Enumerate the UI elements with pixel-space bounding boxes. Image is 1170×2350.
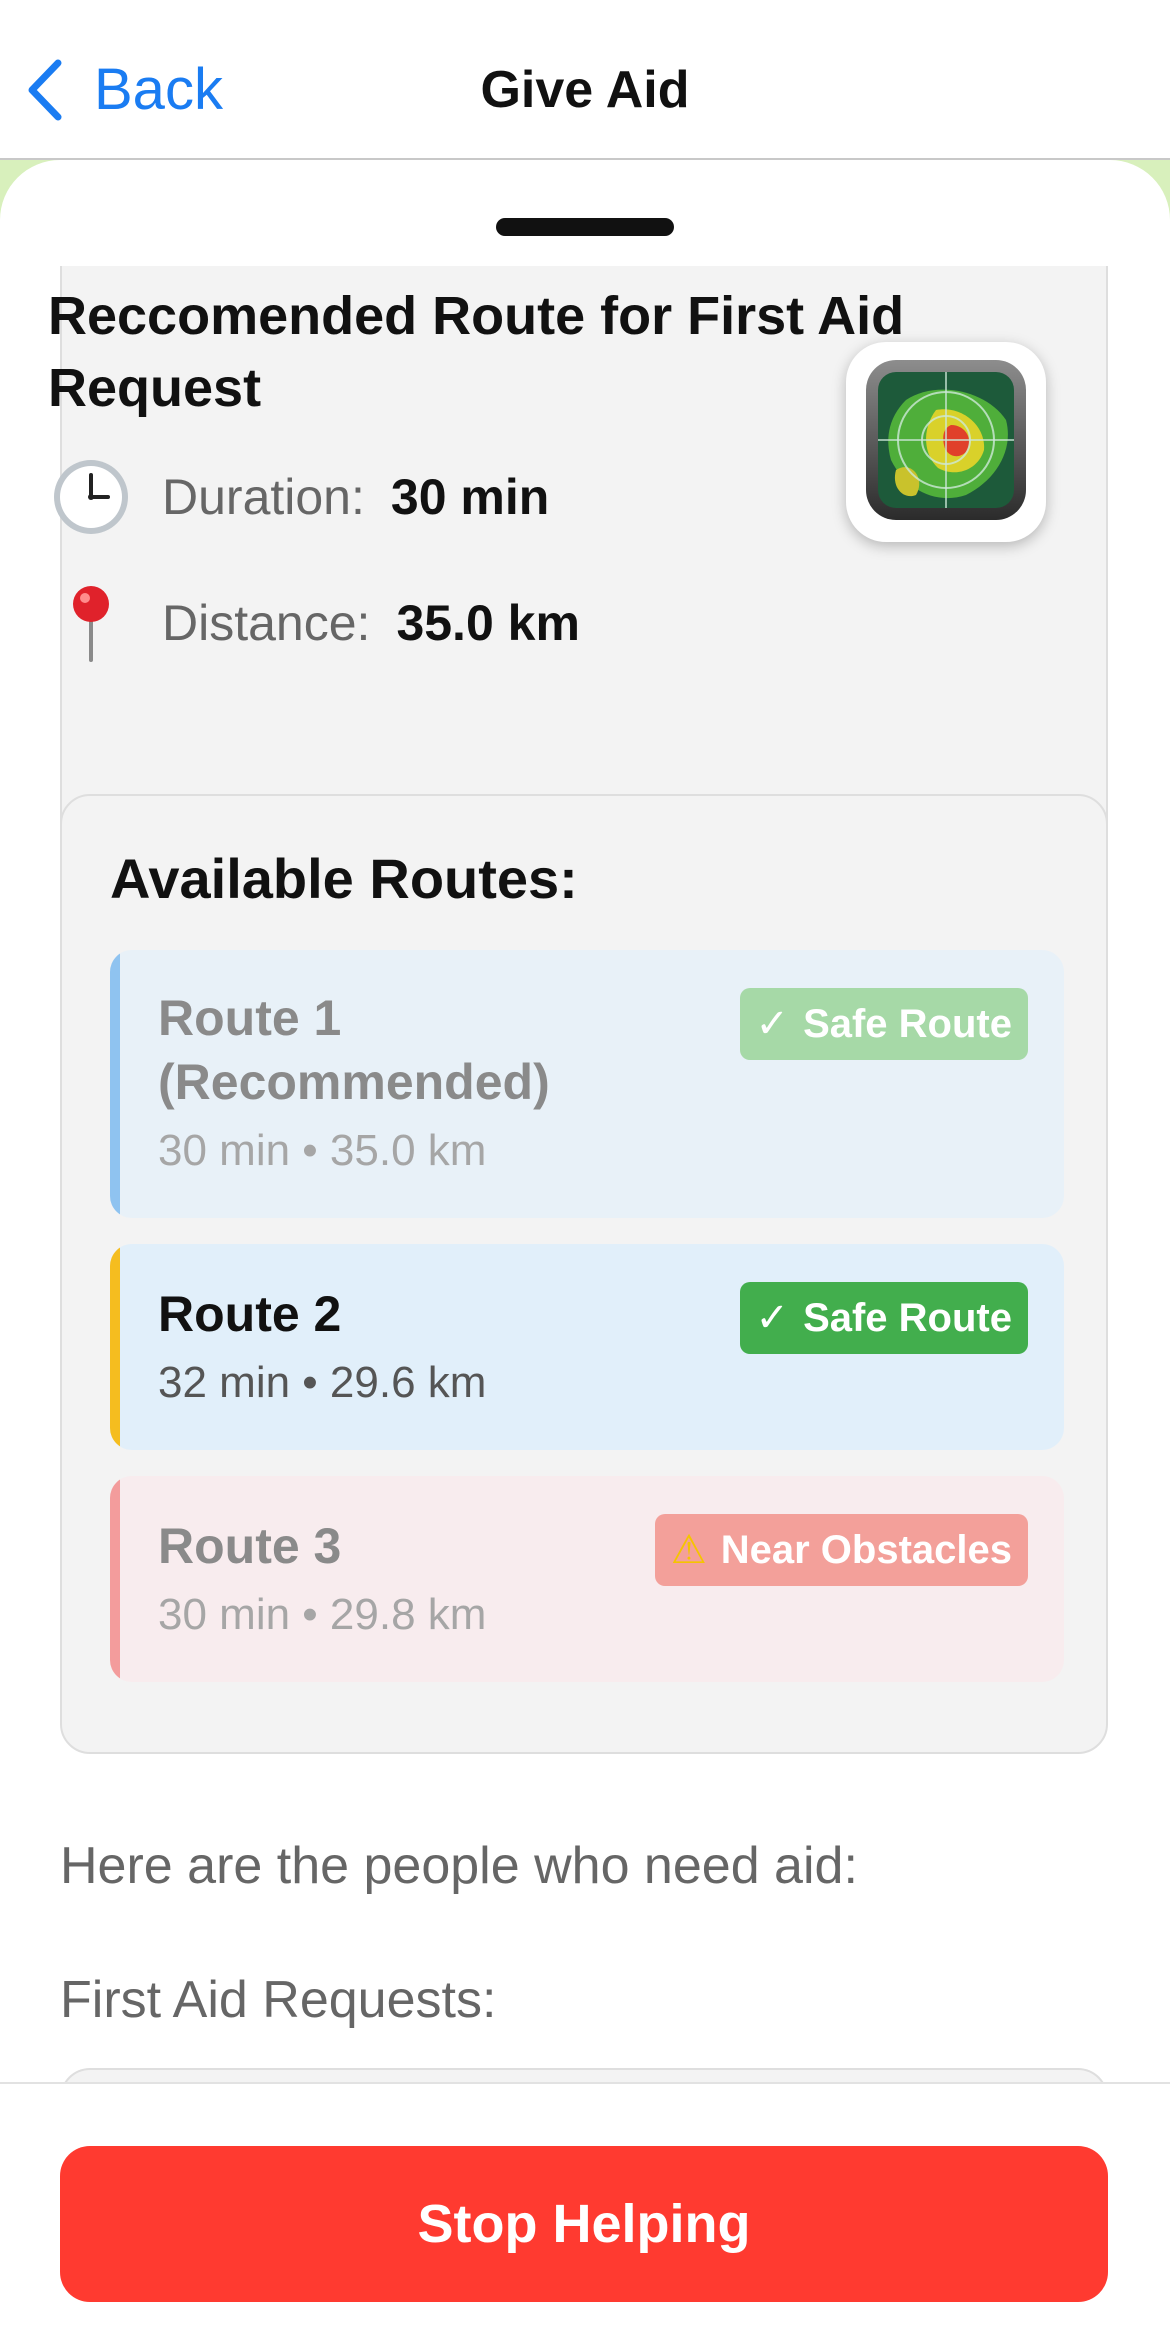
people-need-aid-text: Here are the people who need aid: [60,1837,858,1895]
safe-route-badge: ✓ Safe Route [739,1282,1028,1354]
route-name: Route 1 (Recommended) [158,990,550,1110]
badge-label: Near Obstacles [720,1527,1012,1572]
route-option-1[interactable]: Route 1 (Recommended) 30 min • 35.0 km ✓… [110,950,1064,1218]
page-title: Give Aid [480,61,690,119]
available-routes-card: Available Routes: Route 1 (Recommended) … [60,794,1108,1754]
badge-label: Safe Route [803,1295,1012,1340]
check-icon: ✓ [755,1002,790,1046]
route-accent-bar [110,1476,120,1682]
safe-route-badge: ✓ Safe Route [739,988,1028,1060]
route-accent-bar [110,1244,120,1450]
summary-title: Reccomended Route for First Aid Request [48,286,905,418]
stop-helping-button[interactable]: Stop Helping [60,2146,1108,2302]
duration-value: 30 min [390,469,550,525]
check-icon: ✓ [755,1296,790,1340]
badge-label: Safe Route [803,1001,1012,1046]
route-name: Route 2 [158,1286,342,1342]
duration-row: Duration: 30 min [50,456,549,538]
first-aid-requests-label: First Aid Requests: [60,1971,497,2029]
warning-icon: ⚠ [670,1528,707,1572]
sheet-grabber[interactable] [496,218,674,236]
navigation-bar: Back Give Aid [0,0,1170,158]
near-obstacles-badge: ⚠ Near Obstacles [654,1514,1028,1586]
route-meta: 30 min • 29.8 km [158,1590,487,1639]
bottom-action-bar: Stop Helping [0,2082,1170,2350]
distance-value: 35.0 km [396,595,580,651]
route-meta: 32 min • 29.6 km [158,1358,487,1407]
radar-map-icon [866,360,1026,520]
clock-icon [54,460,128,534]
bottom-sheet: Reccomended Route for First Aid Request … [0,160,1170,2348]
route-accent-bar [110,950,120,1218]
pushpin-icon [73,586,109,662]
routes-title: Available Routes: [110,847,578,910]
duration-label: Duration: [162,469,365,525]
weather-radar-app-icon[interactable] [846,342,1046,542]
distance-label: Distance: [162,595,371,651]
distance-row: Distance: 35.0 km [50,582,580,664]
route-meta: 30 min • 35.0 km [158,1126,487,1175]
route-name: Route 3 [158,1518,342,1574]
route-option-3[interactable]: Route 3 30 min • 29.8 km ⚠ Near Obstacle… [110,1476,1064,1682]
route-option-2[interactable]: Route 2 32 min • 29.6 km ✓ Safe Route [110,1244,1064,1450]
